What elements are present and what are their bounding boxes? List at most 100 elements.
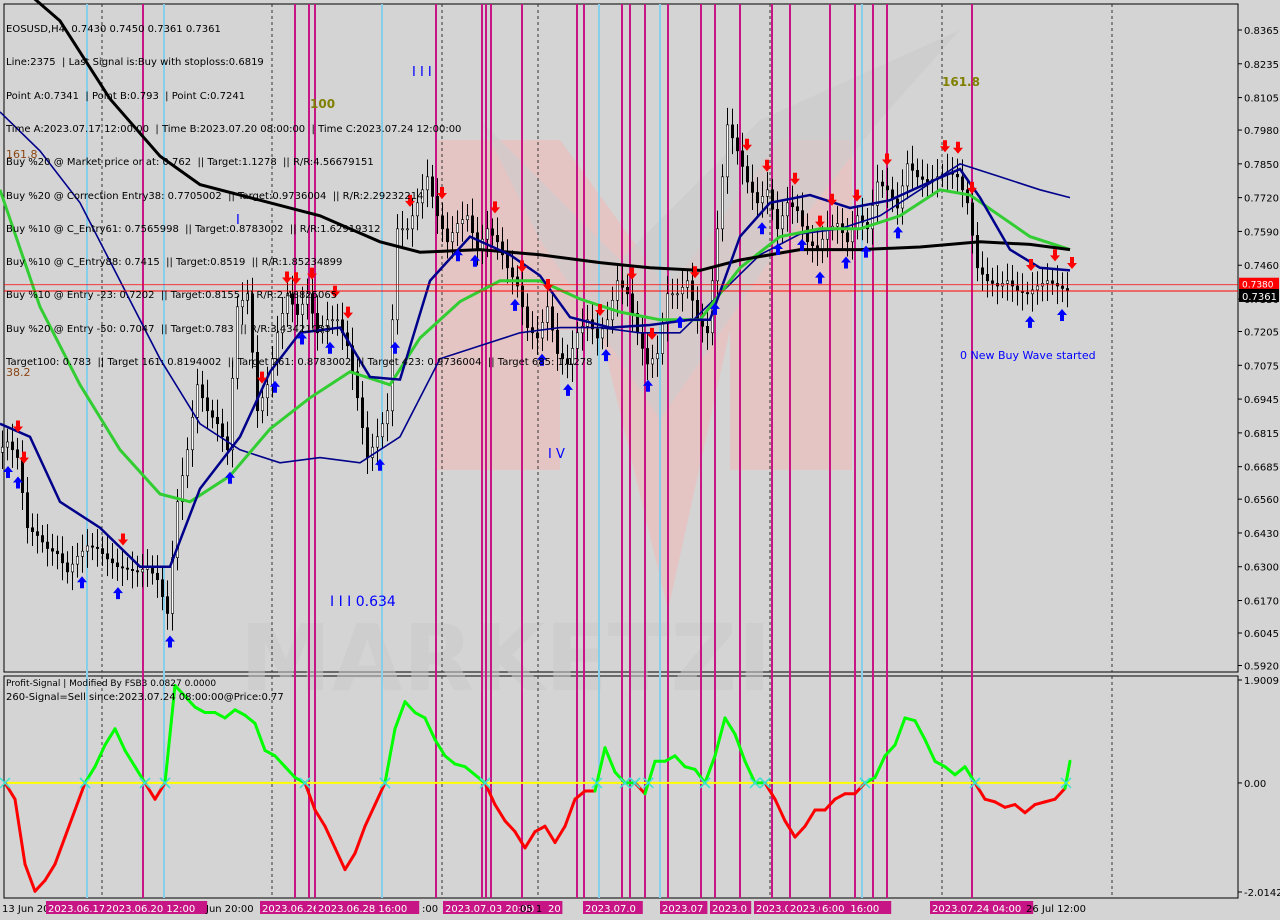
candle-body <box>725 124 729 178</box>
candle-body <box>835 223 839 227</box>
candle-body <box>71 563 75 573</box>
y-axis-label: 0.8235 <box>1244 60 1279 71</box>
candle-body <box>915 170 919 178</box>
candle-body <box>645 348 649 365</box>
x-axis-label: 05 1 <box>520 904 542 915</box>
candle-body <box>715 228 719 282</box>
candle-body <box>965 189 969 204</box>
info-line: Line:2375 | Last Signal is:Buy with stop… <box>6 57 264 69</box>
candle-body <box>206 397 210 412</box>
candle-body <box>760 196 764 204</box>
candle-body <box>81 550 85 557</box>
candle-body <box>790 202 794 208</box>
candle-body <box>156 572 160 581</box>
candle-body <box>116 562 120 568</box>
indicator-y-label: 0.00 <box>1244 779 1266 790</box>
candle-body <box>121 566 125 569</box>
candle-body <box>770 189 774 210</box>
info-line: Buy %20 @ Entry -50: 0.7047 || Target:0.… <box>6 323 331 335</box>
candle-body <box>630 293 634 314</box>
candle-body <box>980 267 984 275</box>
candle-body <box>655 353 659 360</box>
candle-body <box>96 546 100 549</box>
candle-body <box>745 166 749 183</box>
y-axis-label: 0.7590 <box>1244 227 1279 238</box>
x-axis-label: 2023.0 <box>756 904 791 915</box>
x-axis-label: 2023.06.17 <box>48 904 105 915</box>
candle-body <box>35 531 39 536</box>
candle-body <box>186 449 190 477</box>
candle-body <box>106 553 110 560</box>
candle-body <box>15 449 19 458</box>
candle-body <box>365 427 369 458</box>
candle-body <box>45 541 49 549</box>
candle-body <box>231 377 235 451</box>
new-wave-label: 0 New Buy Wave started <box>960 349 1096 362</box>
candle-body <box>265 384 269 399</box>
candle-body <box>600 328 604 339</box>
candle-body <box>55 550 59 555</box>
candle-body <box>216 416 220 425</box>
candle-body <box>25 492 29 529</box>
candle-body <box>171 557 175 614</box>
candle-body <box>920 176 924 180</box>
candle-body <box>810 241 814 247</box>
candle-body <box>1026 292 1030 295</box>
candle-body <box>50 548 54 552</box>
info-line: Target100: 0.783 || Target 161: 0.819400… <box>6 357 593 368</box>
indicator-y-label: -2.0142 <box>1244 888 1280 899</box>
candle-body <box>910 163 914 171</box>
x-axis-label: 2023.07.24 04:00 <box>932 904 1021 915</box>
y-axis-label: 0.8105 <box>1244 94 1279 105</box>
candle-body <box>650 358 654 365</box>
candle-body <box>161 579 165 597</box>
y-axis-label: 0.5920 <box>1244 662 1279 673</box>
candle-body <box>6 441 10 448</box>
candle-body <box>385 410 389 425</box>
y-axis-label: 0.7980 <box>1244 126 1279 137</box>
candle-body <box>675 293 679 296</box>
x-axis-label: :00 <box>422 904 438 915</box>
candle-body <box>11 441 15 451</box>
candle-body <box>0 446 5 453</box>
candle-body <box>260 397 264 412</box>
y-axis-label: 0.7460 <box>1244 261 1279 272</box>
candle-body <box>660 323 664 354</box>
price-tag-current-label: 0.7361 <box>1242 292 1277 303</box>
candle-body <box>805 225 809 243</box>
y-axis-label: 0.6045 <box>1244 629 1279 640</box>
candle-body <box>885 185 889 191</box>
candle-body <box>705 326 709 334</box>
watermark-text: MARKETZI <box>240 605 771 712</box>
x-axis-label: 2023.07 <box>662 904 703 915</box>
candle-body <box>375 436 379 448</box>
candle-body <box>91 545 95 548</box>
candle-body <box>990 280 994 284</box>
info-line: Buy %20 @ Market price or at: 0.762 || T… <box>6 157 374 169</box>
candle-body <box>985 274 989 282</box>
candle-body <box>221 423 225 438</box>
candle-body <box>620 280 624 288</box>
candle-body <box>820 238 824 250</box>
fib-label: 161.8 <box>942 75 980 89</box>
candle-body <box>975 235 979 269</box>
candle-body <box>40 535 44 543</box>
candle-body <box>196 384 200 418</box>
candle-body <box>1061 285 1065 289</box>
y-axis-label: 0.7850 <box>1244 160 1279 171</box>
x-axis-label: Jun 20:00 <box>205 904 254 915</box>
candle-body <box>181 475 185 503</box>
indicator-title-block: Profit-Signal | Modified By FSB3 0.0827 … <box>6 678 284 705</box>
candle-body <box>226 436 230 451</box>
candle-body <box>1010 280 1014 287</box>
candle-body <box>380 423 384 438</box>
y-axis-label: 0.6945 <box>1244 395 1279 406</box>
candle-body <box>1005 280 1009 284</box>
candle-body <box>765 189 769 197</box>
candle-body <box>191 416 195 451</box>
candle-body <box>360 397 364 428</box>
candle-body <box>800 210 804 227</box>
candle-body <box>1036 285 1040 291</box>
candle-body <box>211 410 215 418</box>
candle-body <box>166 596 170 614</box>
